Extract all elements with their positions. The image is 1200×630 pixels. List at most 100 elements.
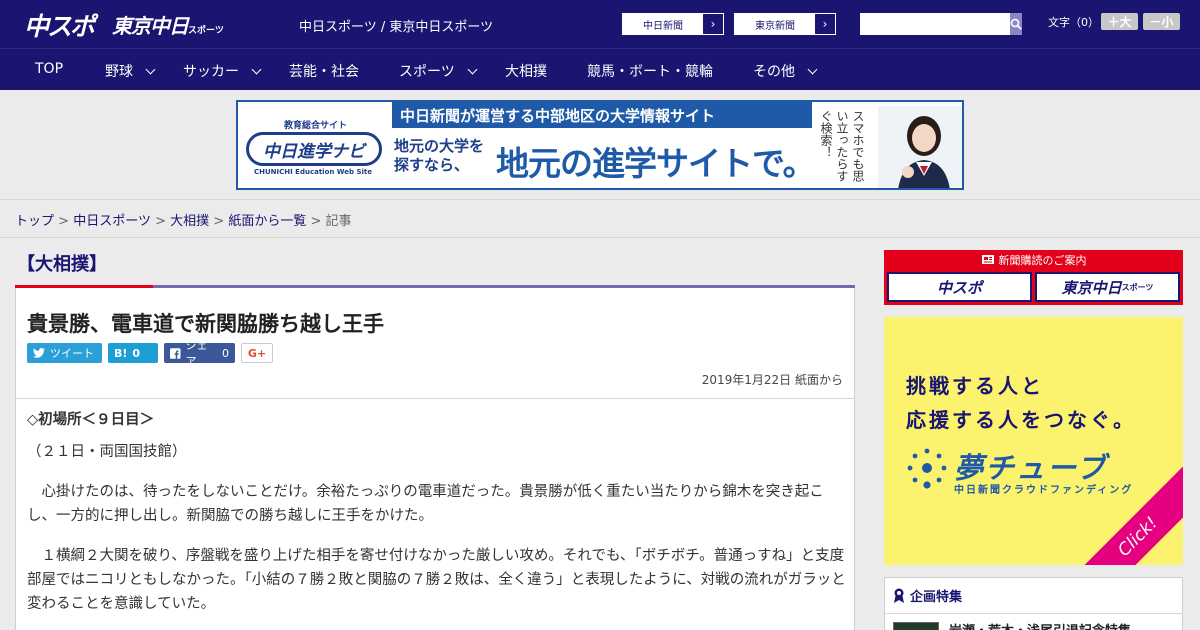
chevron-down-icon (467, 64, 478, 75)
nav-item-soccer[interactable]: サッカー (183, 61, 262, 81)
banner-lead-1: 地元の大学を (394, 137, 485, 155)
breadcrumb-sumo[interactable]: 大相撲 (170, 214, 209, 229)
chevron-right-icon: › (815, 14, 835, 34)
search-button[interactable] (1010, 13, 1022, 35)
divider (885, 613, 1182, 614)
article-date: 2019年1月22日 紙面から (701, 373, 843, 387)
article-venue: （２１日・両国国技館） (27, 444, 187, 460)
subscription-box[interactable]: 新聞購読のご案内 中スポ 東京中日 スポーツ (884, 250, 1183, 305)
shingaku-navi-banner[interactable]: 教育総合サイト 中日進学ナビ CHUNICHI Education Web Si… (236, 100, 964, 190)
feature-thumbnail[interactable] (893, 622, 939, 630)
divider (16, 398, 854, 399)
newspaper-icon (981, 255, 994, 264)
tokyo-shimbun-link[interactable]: 東京新聞 › (734, 13, 836, 35)
google-plus-button[interactable]: G+ (241, 343, 273, 363)
chevron-down-icon (251, 64, 262, 75)
logo-foot: CHUNICHI Education Web Site (254, 168, 373, 176)
ad-copy-line-2: 応援する人をつなぐ。 (906, 408, 1136, 432)
breadcrumb-separator: > (155, 214, 166, 229)
nav-item-baseball[interactable]: 野球 (105, 61, 156, 81)
logo-name: 中日進学ナビ (246, 132, 382, 166)
chuspo-logo[interactable]: 中スポ (24, 7, 95, 43)
search-box (860, 13, 1022, 35)
hatena-count: 0 (132, 346, 141, 360)
nav-label: 芸能・社会 (289, 64, 359, 80)
facebook-share-button[interactable]: シェア 0 (164, 339, 235, 368)
breadcrumb-paper-list[interactable]: 紙面から一覧 (228, 214, 306, 229)
facebook-count: 0 (222, 346, 229, 360)
facebook-icon (170, 347, 181, 359)
subscribe-chuspo-link[interactable]: 中スポ (887, 272, 1032, 302)
subscription-heading: 新聞購読のご案内 (884, 250, 1183, 269)
banner-lead: 地元の大学を 探すなら、 (394, 137, 484, 175)
site-title[interactable]: 中日スポーツ / 東京中日スポーツ (299, 16, 493, 35)
tokyo-chunichi-logo-small: スポーツ (188, 26, 224, 36)
tweet-label: ツイート (50, 347, 94, 360)
nav-item-racing[interactable]: 競馬・ボート・競輪 (587, 61, 713, 81)
breadcrumb-top[interactable]: トップ (15, 214, 54, 229)
chevron-right-icon: › (703, 14, 723, 34)
nav-label: 大相撲 (505, 64, 547, 80)
subscription-heading-text: 新聞購読のご案内 (998, 253, 1087, 267)
breadcrumb-separator: > (213, 214, 225, 229)
subscribe-tokyo-chunichi-text: 東京中日 (1061, 278, 1122, 297)
hatena-icon: B! (114, 346, 128, 360)
article-paragraph: 心掛けたのは、待ったをしないことだけ。余裕たっぷりの電車道だった。貴景勝が低く重… (27, 484, 824, 524)
chevron-down-icon (807, 64, 818, 75)
yume-tube-ad[interactable]: 挑戦する人と 応援する人をつなぐ。 夢チューブ 中日新聞クラウドファンディング … (884, 317, 1183, 565)
nav-label: 競馬・ボート・競輪 (587, 64, 713, 80)
banner-tagline: 地元の進学サイトで。 (496, 144, 816, 183)
breadcrumb-separator: > (310, 214, 322, 229)
search-icon (1010, 18, 1022, 30)
nav-item-entertainment[interactable]: 芸能・社会 (289, 61, 359, 81)
subscription-logos: 中スポ 東京中日 スポーツ (887, 272, 1180, 302)
shingaku-navi-logo: 教育総合サイト 中日進学ナビ CHUNICHI Education Web Si… (244, 114, 384, 178)
chunichi-shimbun-label: 中日新聞 (643, 20, 683, 32)
subscribe-tokyo-chunichi-link[interactable]: 東京中日 スポーツ (1035, 272, 1180, 302)
article: 貴景勝、電車道で新関脇勝ち越し王手 ツイート B! 0 シェア 0 G+ 201… (15, 288, 855, 630)
nav-label: TOP (35, 61, 64, 77)
ad-copy-line-1: 挑戦する人と (906, 374, 1044, 398)
share-buttons: ツイート B! 0 シェア 0 G+ (27, 339, 273, 368)
search-input[interactable] (860, 13, 1010, 35)
article-title: 貴景勝、電車道で新関脇勝ち越し王手 (27, 312, 384, 336)
font-smaller-button[interactable]: －小 (1143, 13, 1180, 30)
hatena-bookmark-button[interactable]: B! 0 (108, 343, 158, 363)
nav-item-sumo[interactable]: 大相撲 (505, 61, 547, 81)
facebook-label: シェア (185, 339, 208, 368)
category-label: 【大相撲】 (17, 254, 107, 275)
nav-item-top[interactable]: TOP (35, 61, 63, 77)
nav-label: サッカー (183, 64, 239, 80)
dots-circle-icon (907, 448, 947, 489)
nav-label: スポーツ (399, 64, 455, 80)
banner-headline: 中日新聞が運営する中部地区の大学情報サイト (392, 102, 812, 128)
font-bigger-button[interactable]: ＋大 (1101, 13, 1138, 30)
tokyo-shimbun-label: 東京新聞 (755, 20, 795, 32)
ad-brand-sub: 中日新聞クラウドファンディング (954, 485, 1134, 496)
nav-label: 野球 (105, 64, 133, 80)
article-subhead: ◇初場所＜９日目＞ (27, 412, 155, 428)
tweet-button[interactable]: ツイート (27, 343, 102, 363)
feature-box: 企画特集 岩瀬・荒木・浅尾引退記念特集 (884, 577, 1183, 630)
banner-lead-2: 探すなら、 (394, 156, 470, 174)
chevron-down-icon (145, 64, 156, 75)
logo-tag: 教育総合サイト (282, 118, 350, 131)
breadcrumb-separator: > (58, 214, 70, 229)
nav-item-sports[interactable]: スポーツ (399, 61, 478, 81)
chunichi-shimbun-link[interactable]: 中日新聞 › (622, 13, 724, 35)
breadcrumb-chuspo[interactable]: 中日スポーツ (73, 214, 151, 229)
feature-item-link[interactable]: 岩瀬・荒木・浅尾引退記念特集 (949, 620, 1131, 630)
student-photo (878, 106, 962, 188)
ad-copy: 挑戦する人と 応援する人をつなぐ。 (906, 369, 1136, 437)
site-header: 中スポ 東京中日スポーツ 中日スポーツ / 東京中日スポーツ 中日新聞 › 東京… (0, 0, 1200, 48)
tokyo-chunichi-logo[interactable]: 東京中日スポーツ (112, 10, 224, 39)
font-size-label: 文字（0） (1048, 16, 1099, 29)
nav-label: その他 (753, 64, 795, 80)
article-body: ◇初場所＜９日目＞ （２１日・両国国技館） 心掛けたのは、待ったをしないことだけ… (27, 408, 847, 630)
award-icon (894, 588, 904, 603)
divider (0, 237, 1200, 238)
banner-vertical-text: スマホでも思い立ったらすぐ検索！ (819, 110, 865, 182)
article-paragraph: １横綱２大関を破り、序盤戦を盛り上げた相手を寄せ付けなかった厳しい攻め。それでも… (27, 548, 846, 612)
nav-item-other[interactable]: その他 (753, 61, 818, 81)
subscribe-tokyo-chunichi-small: スポーツ (1121, 282, 1154, 292)
